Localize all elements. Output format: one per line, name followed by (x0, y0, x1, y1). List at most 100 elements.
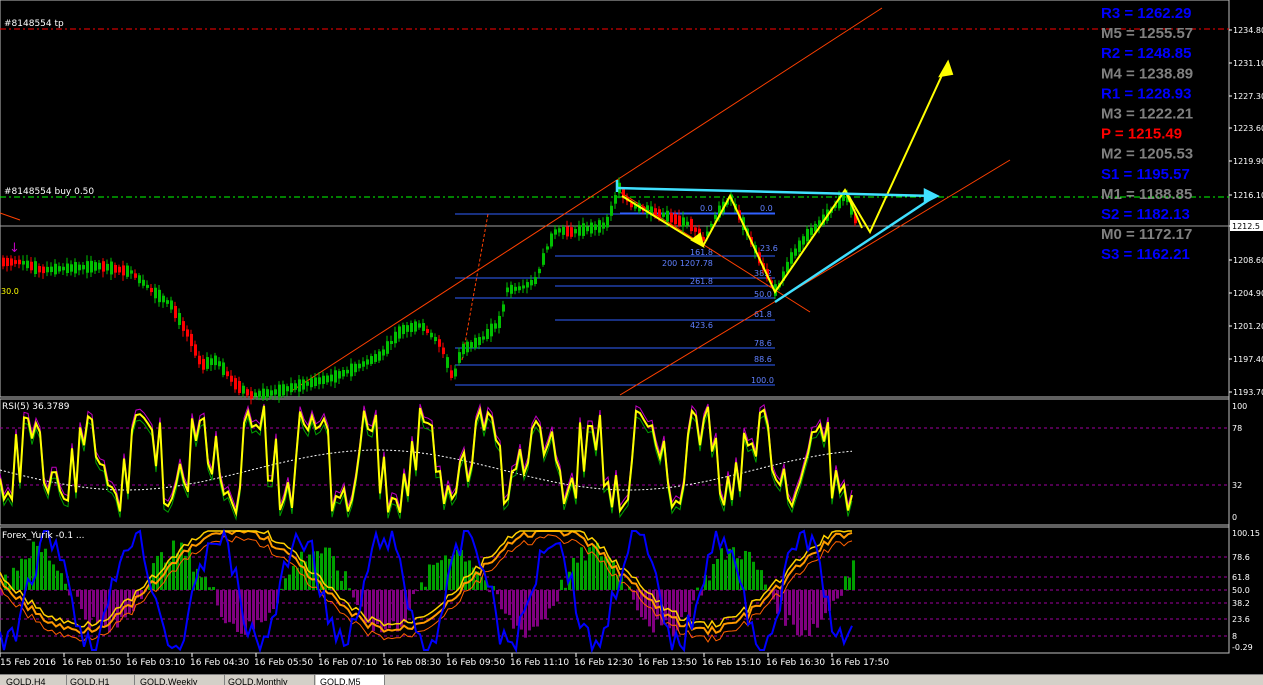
candle-body (246, 389, 249, 395)
candle-body (382, 349, 385, 355)
hist-bar (792, 590, 795, 625)
candle-body (686, 222, 689, 226)
price-channel[interactable] (0, 8, 1010, 395)
candle-body (514, 287, 517, 291)
fibonacci-levels[interactable] (455, 213, 775, 385)
candle-body (794, 249, 797, 256)
candle-body (614, 195, 617, 204)
candle-body (178, 313, 181, 325)
pivot-label: R2 = 1248.85 (1101, 45, 1192, 62)
candle-body (458, 352, 461, 363)
candle-body (454, 369, 457, 377)
indicator2-title: Forex_Yurik -0.1 ... (2, 531, 85, 541)
candle-body (326, 376, 329, 383)
hist-bar (344, 571, 347, 590)
hist-bar (264, 590, 267, 621)
candle-body (554, 229, 557, 234)
candle-body (586, 226, 589, 231)
hist-bar (464, 562, 467, 590)
time-tick: 16 Feb 17:50 (830, 658, 889, 668)
candle-body (442, 348, 445, 355)
candle-body (438, 339, 441, 347)
candle-body (426, 329, 429, 333)
hist-bar (332, 556, 335, 590)
hist-bar (456, 550, 459, 590)
candle-body (94, 262, 97, 271)
candle-body (474, 338, 477, 348)
hist-bar (852, 560, 855, 590)
hist-bar (28, 558, 31, 590)
candle-body (126, 266, 129, 277)
candle-body (110, 262, 113, 275)
pivot-label: R3 = 1262.29 (1101, 5, 1192, 22)
candle-body (70, 264, 73, 271)
hist-bar (520, 590, 523, 630)
hist-bar (576, 563, 579, 590)
fib-label: 0.0 (760, 204, 773, 213)
hist-bar (92, 590, 95, 617)
hist-bar (796, 590, 799, 635)
candle-body (802, 236, 805, 244)
candle-body (498, 316, 501, 328)
candle-body (46, 267, 49, 272)
hist-bar (832, 590, 835, 601)
candle-body (530, 280, 533, 285)
candle-body (142, 280, 145, 286)
hist-bar (236, 590, 239, 632)
hist-bar (72, 590, 75, 591)
hist-bar (500, 590, 503, 609)
candle-body (602, 223, 605, 229)
candle-body (414, 321, 417, 331)
candle-body (598, 220, 601, 232)
hist-bar (292, 566, 295, 590)
candle-body (238, 381, 241, 393)
triangle-trendlines[interactable] (617, 180, 937, 302)
hist-bar (392, 590, 395, 621)
candle-body (38, 266, 41, 272)
hist-bar (228, 590, 231, 622)
candle-body (522, 285, 525, 288)
candle-body (6, 258, 9, 266)
hist-bar (504, 590, 507, 614)
candle-body (606, 217, 609, 228)
candle-body (154, 288, 157, 299)
hist-bar (584, 560, 587, 590)
candle-body (422, 323, 425, 331)
hist-bar (376, 590, 379, 624)
candle-body (334, 370, 337, 382)
candle-body (118, 267, 121, 273)
chart-canvas[interactable]: #8148554 tp #8148554 buy 0.50 30.0 0.0 0… (0, 0, 1263, 674)
candle-body (362, 361, 365, 366)
svg-text:↓: ↓ (9, 241, 20, 256)
rsi-panel-border (0, 399, 1229, 525)
hist-bar (756, 570, 759, 590)
hist-bar (848, 578, 851, 590)
candle-body (386, 341, 389, 354)
hist-bar (836, 590, 839, 599)
hist-bar (340, 581, 343, 590)
candle-body (538, 269, 541, 273)
candle-body (134, 273, 137, 277)
candle-body (366, 359, 369, 364)
hist-bar (352, 590, 355, 597)
time-tick: 16 Feb 12:30 (574, 658, 633, 668)
hist-bar (420, 582, 423, 590)
hist-bar (512, 590, 515, 629)
candle-body (342, 370, 345, 376)
ind2-level: 23.6 (1232, 615, 1250, 624)
candle-body (278, 385, 281, 397)
time-tick: 16 Feb 09:50 (446, 658, 505, 668)
candle-body (574, 229, 577, 233)
candle-body (286, 386, 289, 391)
candle-body (502, 304, 505, 311)
hist-bar (788, 590, 791, 615)
candle-body (30, 262, 33, 271)
ind2-level: 100.15 (1232, 529, 1260, 538)
hist-bar (684, 590, 687, 612)
hist-bar (556, 590, 559, 602)
candle-body (494, 323, 497, 328)
price-tick: 1231.10 (1233, 59, 1263, 68)
hist-bar (348, 588, 351, 590)
candle-body (370, 356, 373, 364)
hist-bar (752, 562, 755, 590)
